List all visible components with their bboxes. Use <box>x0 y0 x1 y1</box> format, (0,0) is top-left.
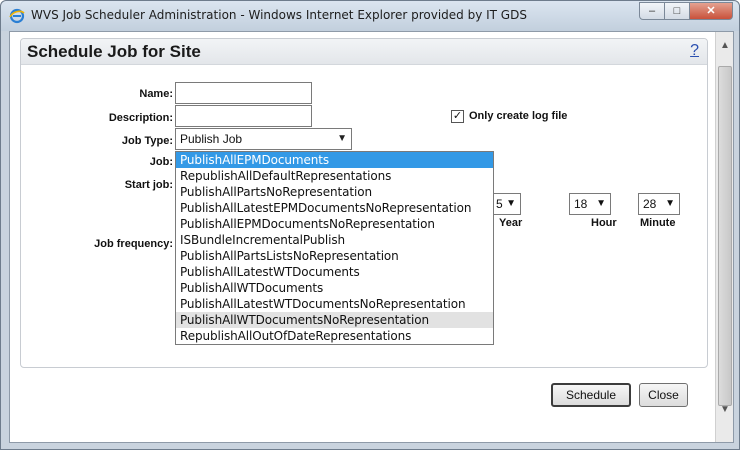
hour-label: Hour <box>591 217 617 229</box>
minute-value: 28 <box>643 197 657 211</box>
schedule-button[interactable]: Schedule <box>551 383 631 407</box>
scroll-down-icon[interactable]: ▼ <box>719 404 731 418</box>
job-option[interactable]: PublishAllLatestWTDocumentsNoRepresentat… <box>176 296 493 312</box>
name-input[interactable] <box>175 82 312 104</box>
page-title: Schedule Job for Site <box>27 42 201 61</box>
job-option[interactable]: RepublishAllOutOfDateRepresentations <box>176 328 493 344</box>
job-option[interactable]: PublishAllWTDocumentsNoRepresentation <box>176 312 493 328</box>
page-content: Schedule Job for Site ? Name: Descriptio… <box>9 31 734 443</box>
job-type-select[interactable]: Publish Job ▼ <box>175 128 352 150</box>
hour-value: 18 <box>574 197 588 211</box>
chevron-down-icon: ▼ <box>596 198 606 209</box>
minute-label: Minute <box>640 217 676 229</box>
scrollbar-thumb[interactable] <box>718 66 732 406</box>
internet-explorer-icon <box>9 8 25 24</box>
help-link[interactable]: ? <box>690 42 699 60</box>
start-job-label: Start job: <box>124 179 173 191</box>
vertical-scrollbar[interactable]: ▲ ▼ <box>715 32 733 442</box>
description-input[interactable] <box>175 105 312 127</box>
window-controls: – □ ✕ <box>639 2 733 20</box>
job-type-label: Job Type: <box>121 135 173 147</box>
chevron-down-icon: ▼ <box>337 133 347 144</box>
close-window-button[interactable]: ✕ <box>689 2 733 20</box>
job-type-value: Publish Job <box>180 132 243 146</box>
maximize-button[interactable]: □ <box>664 2 690 20</box>
minute-select[interactable]: 28 ▼ <box>638 193 680 215</box>
only-log-label: Only create log file <box>469 110 568 122</box>
year-select[interactable]: 5 ▼ <box>491 193 521 215</box>
job-option[interactable]: PublishAllPartsNoRepresentation <box>176 184 493 200</box>
minimize-button[interactable]: – <box>639 2 665 20</box>
job-frequency-label: Job frequency: <box>94 238 173 250</box>
scroll-up-icon[interactable]: ▲ <box>719 40 731 54</box>
only-log-checkbox[interactable]: ✓ <box>451 110 464 123</box>
description-label: Description: <box>108 112 173 124</box>
checkmark-icon: ✓ <box>452 110 463 122</box>
name-label: Name: <box>139 88 173 100</box>
panel-header: Schedule Job for Site ? <box>21 39 707 65</box>
chevron-down-icon: ▼ <box>506 198 516 209</box>
title-bar[interactable]: WVS Job Scheduler Administration - Windo… <box>1 1 739 31</box>
job-option[interactable]: PublishAllLatestWTDocuments <box>176 264 493 280</box>
job-option[interactable]: PublishAllWTDocuments <box>176 280 493 296</box>
hour-select[interactable]: 18 ▼ <box>569 193 611 215</box>
job-label: Job: <box>149 156 173 168</box>
job-option[interactable]: PublishAllLatestEPMDocumentsNoRepresenta… <box>176 200 493 216</box>
schedule-job-panel: Schedule Job for Site ? Name: Descriptio… <box>20 38 708 368</box>
job-option[interactable]: PublishAllEPMDocumentsNoRepresentation <box>176 216 493 232</box>
job-option[interactable]: PublishAllPartsListsNoRepresentation <box>176 248 493 264</box>
year-label: Year <box>499 217 523 229</box>
year-value: 5 <box>496 197 503 211</box>
job-option[interactable]: RepublishAllDefaultRepresentations <box>176 168 493 184</box>
job-dropdown-list[interactable]: PublishAllEPMDocuments RepublishAllDefaul… <box>175 151 494 345</box>
browser-window: WVS Job Scheduler Administration - Windo… <box>0 0 740 450</box>
close-button[interactable]: Close <box>639 383 688 407</box>
chevron-down-icon: ▼ <box>665 198 675 209</box>
window-title: WVS Job Scheduler Administration - Windo… <box>31 8 527 22</box>
job-option[interactable]: PublishAllEPMDocuments <box>176 152 493 168</box>
job-option[interactable]: ISBundleIncrementalPublish <box>176 232 493 248</box>
